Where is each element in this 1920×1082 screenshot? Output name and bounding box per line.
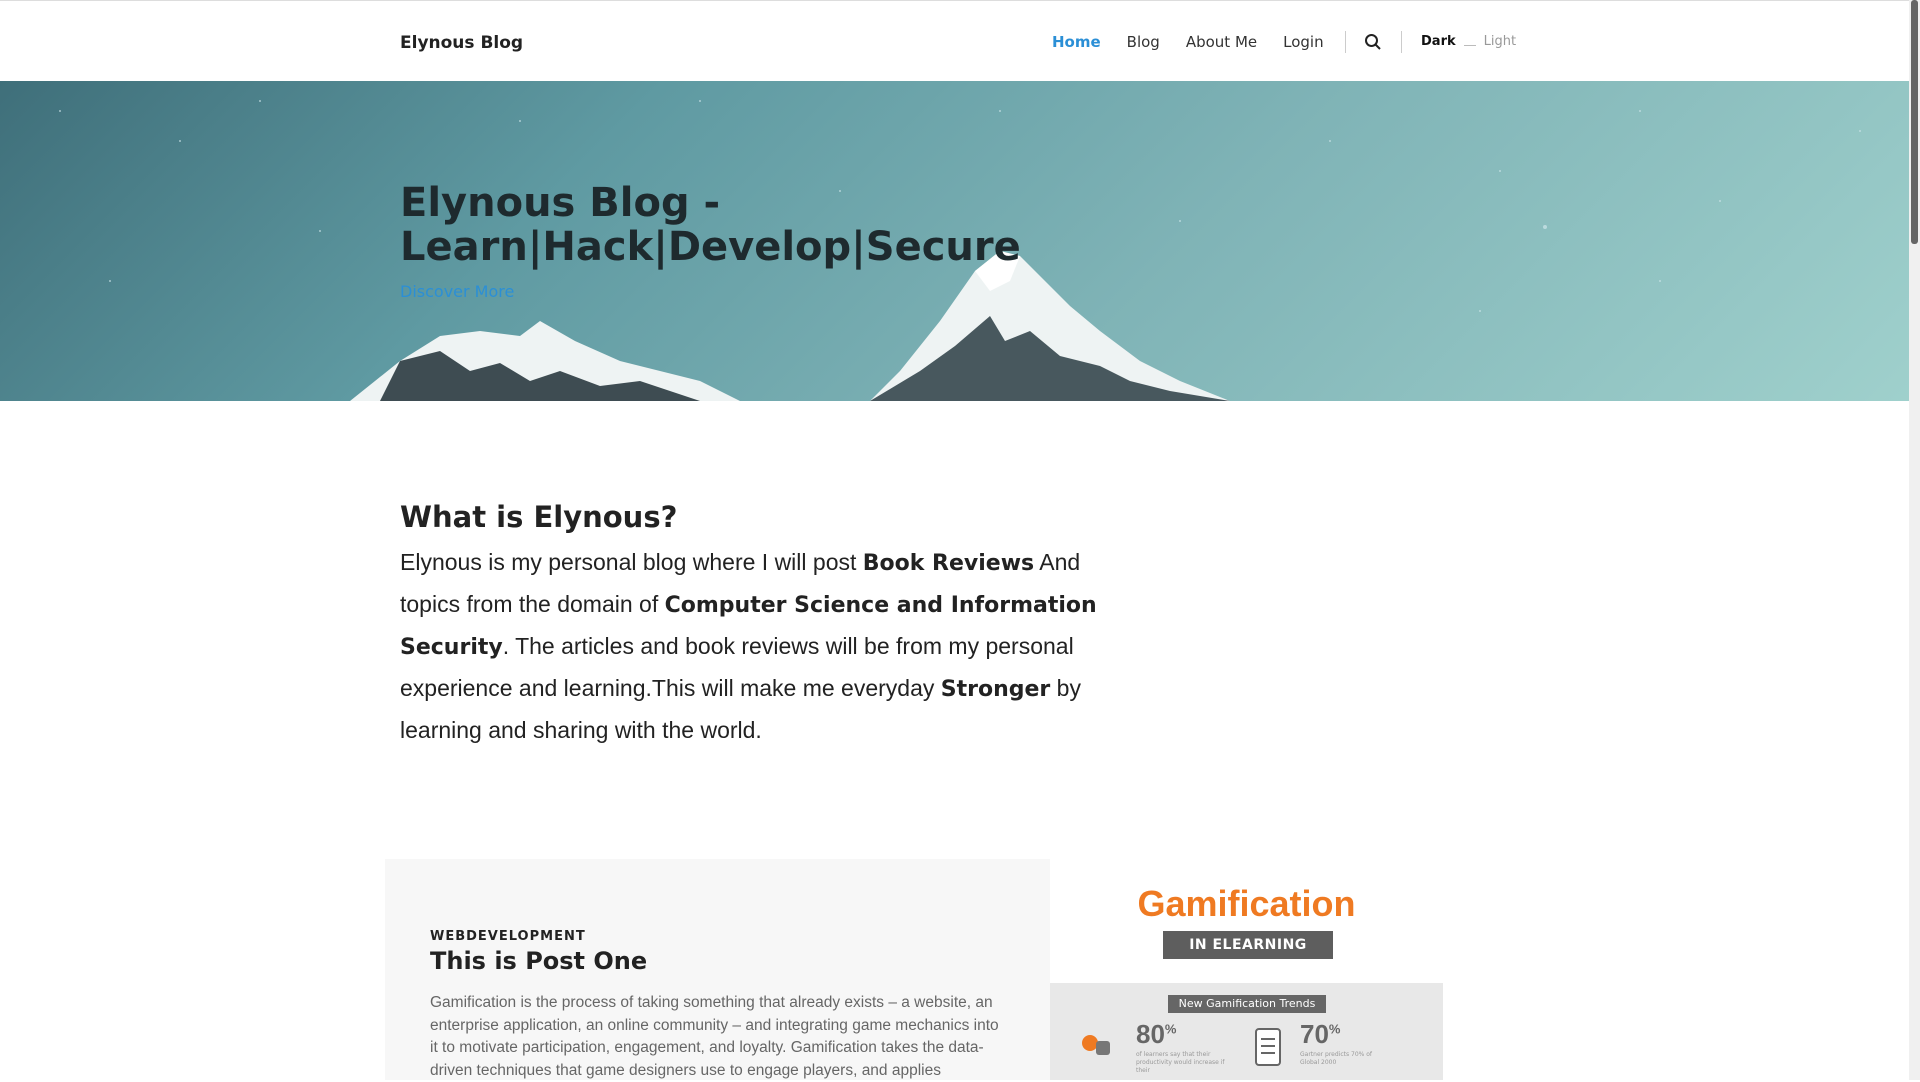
- post-thumbnail[interactable]: Gamification IN ELEARNING New Gamificati…: [1050, 859, 1443, 1080]
- main-nav: Home Blog About Me Login: [1052, 33, 1324, 51]
- about-highlight-stronger: Stronger: [940, 677, 1051, 702]
- about-heading: What is Elynous?: [400, 500, 678, 534]
- nav-divider: [1345, 31, 1346, 53]
- thumbnail-stat-70-note: Gartner predicts 70% of Global 2000: [1300, 1051, 1373, 1066]
- stat-unit: %: [1328, 1021, 1341, 1037]
- thumbnail-ribbon: IN ELEARNING: [1163, 931, 1333, 959]
- discover-more-link[interactable]: Discover More: [400, 282, 514, 301]
- theme-toggle-separator: [1463, 45, 1476, 46]
- game-character-icon: [1082, 1035, 1110, 1055]
- thumbnail-stat-80-note: of learners say that their productivity …: [1136, 1051, 1225, 1074]
- theme-toggle[interactable]: Dark Light: [1421, 34, 1516, 49]
- page-scrollbar-thumb[interactable]: [1911, 0, 1918, 244]
- post-excerpt: Gamification is the process of taking so…: [430, 994, 999, 1079]
- about-highlight-book-reviews: Book Reviews: [862, 551, 1035, 576]
- about-paragraph: Elynous is my personal blog where I will…: [400, 542, 1120, 751]
- post-category[interactable]: WEBDEVELOPMENT: [430, 929, 586, 944]
- theme-dark-option[interactable]: Dark: [1421, 34, 1456, 49]
- hero-title: Elynous Blog - Learn|Hack|Develop|Secure: [400, 181, 1040, 269]
- nav-item-login[interactable]: Login: [1283, 33, 1323, 51]
- hero-title-line2: Learn|Hack|Develop|Secure: [400, 224, 1021, 270]
- nav-item-about-me[interactable]: About Me: [1186, 33, 1257, 51]
- stat-unit: %: [1164, 1021, 1177, 1037]
- clipboard-icon: [1255, 1028, 1281, 1066]
- nav-item-blog[interactable]: Blog: [1127, 33, 1160, 51]
- hero-banner: Elynous Blog - Learn|Hack|Develop|Secure…: [0, 81, 1909, 401]
- hero-title-line1: Elynous Blog -: [400, 180, 721, 226]
- post-title[interactable]: This is Post One: [430, 947, 647, 975]
- thumbnail-title: Gamification: [1137, 883, 1356, 924]
- nav-item-home[interactable]: Home: [1052, 33, 1101, 51]
- nav-divider: [1401, 31, 1402, 53]
- thumbnail-subtitle: New Gamification Trends: [1168, 995, 1326, 1013]
- theme-light-option[interactable]: Light: [1484, 34, 1516, 49]
- stat-value: 80: [1136, 1019, 1165, 1049]
- search-icon[interactable]: [1364, 33, 1382, 51]
- brand-logo-text[interactable]: Elynous Blog: [400, 33, 523, 53]
- stat-value: 70: [1300, 1019, 1329, 1049]
- thumbnail-stat-70: 70%: [1300, 1019, 1340, 1050]
- thumbnail-stat-80: 80%: [1136, 1019, 1176, 1050]
- top-navbar: Elynous Blog Home Blog About Me Login Da…: [0, 0, 1909, 82]
- about-text-part: Elynous is my personal blog where I will…: [400, 549, 863, 575]
